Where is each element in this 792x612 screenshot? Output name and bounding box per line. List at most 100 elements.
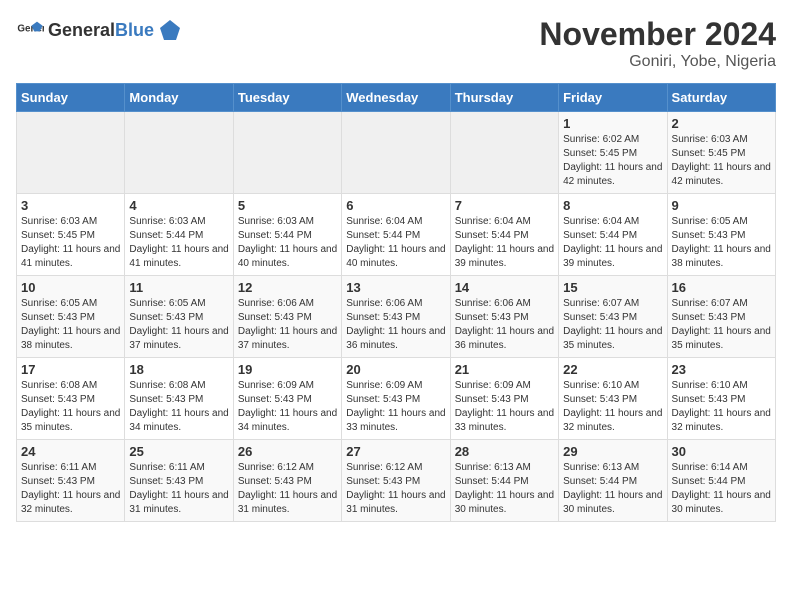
day-info: Sunrise: 6:06 AM Sunset: 5:43 PM Dayligh… — [238, 297, 337, 353]
day-number: 5 — [238, 198, 337, 213]
day-info: Sunrise: 6:08 AM Sunset: 5:43 PM Dayligh… — [21, 379, 120, 435]
day-info: Sunrise: 6:03 AM Sunset: 5:45 PM Dayligh… — [21, 215, 120, 271]
month-title: November 2024 — [539, 16, 776, 53]
day-info: Sunrise: 6:13 AM Sunset: 5:44 PM Dayligh… — [563, 461, 662, 517]
calendar-week-row: 3 Sunrise: 6:03 AM Sunset: 5:45 PM Daylig… — [17, 194, 776, 276]
day-info: Sunrise: 6:04 AM Sunset: 5:44 PM Dayligh… — [455, 215, 554, 271]
calendar-cell: 19Sunrise: 6:09 AM Sunset: 5:43 PM Dayli… — [233, 358, 341, 440]
weekday-header: Monday — [125, 84, 233, 112]
calendar-week-row: 17 Sunrise: 6:08 AM Sunset: 5:43 PM Dayli… — [17, 358, 776, 440]
day-number: 23 — [672, 362, 771, 377]
day-info: Sunrise: 6:03 AM Sunset: 5:44 PM Dayligh… — [238, 215, 337, 271]
calendar-cell: 14 Sunrise: 6:06 AM Sunset: 5:43 PM Dayli… — [450, 276, 558, 358]
day-number: 30 — [672, 444, 771, 459]
calendar-cell: 11Sunrise: 6:05 AM Sunset: 5:43 PM Dayli… — [125, 276, 233, 358]
title-area: November 2024 Goniri, Yobe, Nigeria — [539, 16, 776, 71]
calendar-cell: 1 Sunrise: 6:02 AM Sunset: 5:45 PM Daylig… — [559, 112, 667, 194]
day-number: 12 — [238, 280, 337, 295]
day-info: Sunrise: 6:03 AM Sunset: 5:44 PM Dayligh… — [129, 215, 228, 271]
calendar-cell: 4 Sunrise: 6:03 AM Sunset: 5:44 PM Daylig… — [125, 194, 233, 276]
calendar-cell: 12 Sunrise: 6:06 AM Sunset: 5:43 PM Dayli… — [233, 276, 341, 358]
calendar-cell: 24Sunrise: 6:11 AM Sunset: 5:43 PM Dayli… — [17, 440, 125, 522]
day-info: Sunrise: 6:07 AM Sunset: 5:43 PM Dayligh… — [563, 297, 662, 353]
day-number: 18 — [129, 362, 228, 377]
day-number: 22 — [563, 362, 662, 377]
calendar-cell: 22 Sunrise: 6:10 AM Sunset: 5:43 PM Dayli… — [559, 358, 667, 440]
day-info: Sunrise: 6:08 AM Sunset: 5:43 PM Dayligh… — [129, 379, 228, 435]
calendar-week-row: 24 Sunrise: 6:11 AM Sunset: 5:43 PM Dayli… — [17, 440, 776, 522]
calendar-cell: 21 Sunrise: 6:09 AM Sunset: 5:43 PM Dayli… — [450, 358, 558, 440]
calendar-cell: 10 Sunrise: 6:05 AM Sunset: 5:43 PM Dayli… — [17, 276, 125, 358]
calendar-cell: 13 Sunrise: 6:06 AM Sunset: 5:43 PM Dayli… — [342, 276, 450, 358]
day-info: Sunrise: 6:11 AM Sunset: 5:43 PM Dayligh… — [129, 461, 228, 517]
day-info: Sunrise: 6:13 AM Sunset: 5:44 PM Dayligh… — [455, 461, 554, 517]
calendar-week-row: 1 Sunrise: 6:02 AM Sunset: 5:45 PM Daylig… — [17, 112, 776, 194]
day-number: 2 — [672, 116, 771, 131]
day-number: 28 — [455, 444, 554, 459]
logo-icon: General — [16, 16, 44, 44]
calendar-cell — [342, 112, 450, 194]
weekday-header: Thursday — [450, 84, 558, 112]
calendar-header-row: SundayMondayTuesdayWednesdayThursdayFrid… — [17, 84, 776, 112]
day-number: 25 — [129, 444, 228, 459]
calendar-cell — [17, 112, 125, 194]
day-number: 9 — [672, 198, 771, 213]
day-number: 7 — [455, 198, 554, 213]
day-info: Sunrise: 6:03 AM Sunset: 5:45 PM Dayligh… — [672, 133, 771, 189]
logo-general: General — [48, 20, 115, 41]
calendar-cell: 26 Sunrise: 6:12 AM Sunset: 5:43 PM Dayli… — [233, 440, 341, 522]
day-info: Sunrise: 6:09 AM Sunset: 5:43 PM Dayligh… — [346, 379, 445, 435]
day-number: 24 — [21, 444, 120, 459]
day-number: 21 — [455, 362, 554, 377]
day-info: Sunrise: 6:04 AM Sunset: 5:44 PM Dayligh… — [346, 215, 445, 271]
day-number: 10 — [21, 280, 120, 295]
day-number: 13 — [346, 280, 445, 295]
calendar-cell — [450, 112, 558, 194]
day-info: Sunrise: 6:07 AM Sunset: 5:43 PM Dayligh… — [672, 297, 771, 353]
day-number: 4 — [129, 198, 228, 213]
calendar-cell: 16 Sunrise: 6:07 AM Sunset: 5:43 PM Dayli… — [667, 276, 775, 358]
day-number: 16 — [672, 280, 771, 295]
calendar-cell: 18 Sunrise: 6:08 AM Sunset: 5:43 PM Dayli… — [125, 358, 233, 440]
day-info: Sunrise: 6:05 AM Sunset: 5:43 PM Dayligh… — [672, 215, 771, 271]
day-info: Sunrise: 6:02 AM Sunset: 5:45 PM Dayligh… — [563, 133, 662, 189]
day-number: 17 — [21, 362, 120, 377]
weekday-header: Tuesday — [233, 84, 341, 112]
day-info: Sunrise: 6:05 AM Sunset: 5:43 PM Dayligh… — [21, 297, 120, 353]
calendar-cell: 29 Sunrise: 6:13 AM Sunset: 5:44 PM Dayli… — [559, 440, 667, 522]
day-number: 3 — [21, 198, 120, 213]
calendar-cell: 5 Sunrise: 6:03 AM Sunset: 5:44 PM Daylig… — [233, 194, 341, 276]
logo-shape-icon — [158, 18, 182, 42]
day-number: 1 — [563, 116, 662, 131]
calendar-cell: 20 Sunrise: 6:09 AM Sunset: 5:43 PM Dayli… — [342, 358, 450, 440]
day-info: Sunrise: 6:10 AM Sunset: 5:43 PM Dayligh… — [672, 379, 771, 435]
calendar-cell — [125, 112, 233, 194]
logo: General General Blue — [16, 16, 182, 44]
day-number: 27 — [346, 444, 445, 459]
day-info: Sunrise: 6:12 AM Sunset: 5:43 PM Dayligh… — [238, 461, 337, 517]
calendar-cell: 25 Sunrise: 6:11 AM Sunset: 5:43 PM Dayli… — [125, 440, 233, 522]
weekday-header: Sunday — [17, 84, 125, 112]
day-info: Sunrise: 6:09 AM Sunset: 5:43 PM Dayligh… — [455, 379, 554, 435]
calendar-cell: 3 Sunrise: 6:03 AM Sunset: 5:45 PM Daylig… — [17, 194, 125, 276]
weekday-header: Saturday — [667, 84, 775, 112]
location-title: Goniri, Yobe, Nigeria — [539, 53, 776, 71]
day-number: 26 — [238, 444, 337, 459]
day-number: 20 — [346, 362, 445, 377]
calendar-cell: 27Sunrise: 6:12 AM Sunset: 5:43 PM Dayli… — [342, 440, 450, 522]
day-info: Sunrise: 6:10 AM Sunset: 5:43 PM Dayligh… — [563, 379, 662, 435]
day-info: Sunrise: 6:06 AM Sunset: 5:43 PM Dayligh… — [346, 297, 445, 353]
day-number: 29 — [563, 444, 662, 459]
day-info: Sunrise: 6:09 AM Sunset: 5:43 PM Dayligh… — [238, 379, 337, 435]
calendar-week-row: 10 Sunrise: 6:05 AM Sunset: 5:43 PM Dayli… — [17, 276, 776, 358]
calendar-cell: 6Sunrise: 6:04 AM Sunset: 5:44 PM Daylig… — [342, 194, 450, 276]
calendar-cell: 8Sunrise: 6:04 AM Sunset: 5:44 PM Daylig… — [559, 194, 667, 276]
header: General General Blue November 2024 Gonir… — [16, 16, 776, 71]
calendar-cell: 23 Sunrise: 6:10 AM Sunset: 5:43 PM Dayli… — [667, 358, 775, 440]
day-info: Sunrise: 6:05 AM Sunset: 5:43 PM Dayligh… — [129, 297, 228, 353]
day-number: 14 — [455, 280, 554, 295]
day-info: Sunrise: 6:14 AM Sunset: 5:44 PM Dayligh… — [672, 461, 771, 517]
day-number: 15 — [563, 280, 662, 295]
day-info: Sunrise: 6:06 AM Sunset: 5:43 PM Dayligh… — [455, 297, 554, 353]
calendar-cell: 2 Sunrise: 6:03 AM Sunset: 5:45 PM Daylig… — [667, 112, 775, 194]
